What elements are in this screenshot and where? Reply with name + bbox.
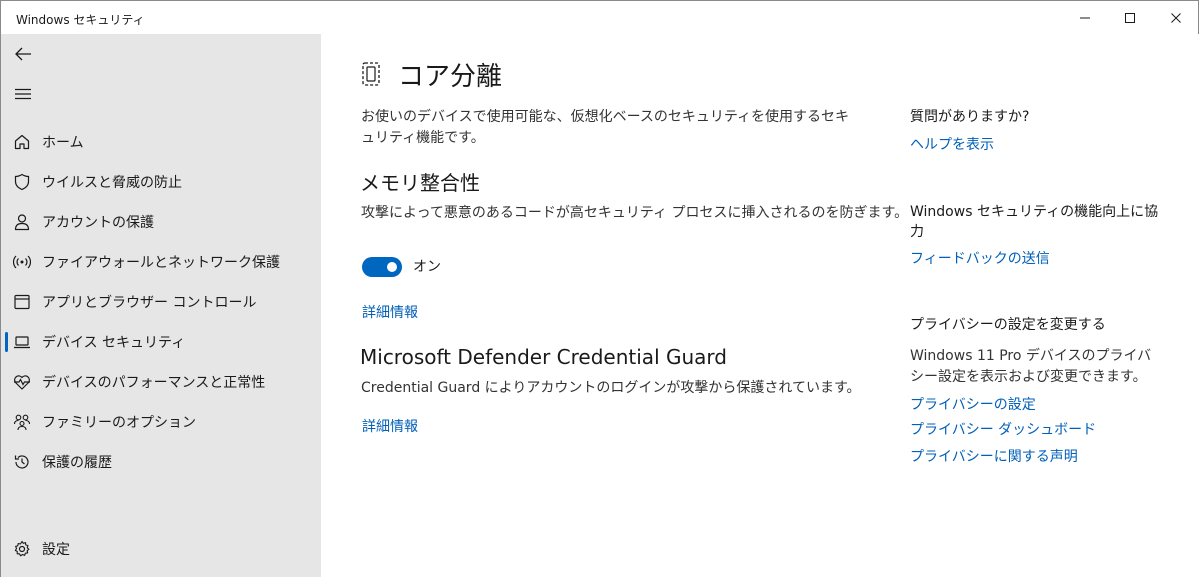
title-bar[interactable]: Windows セキュリティ xyxy=(1,1,1198,34)
page-description: お使いのデバイスで使用可能な、仮想化ベースのセキュリティを使用するセキュリティ機… xyxy=(361,109,850,146)
sidebar-item-settings[interactable]: 設定 xyxy=(1,529,321,569)
sidebar-item-label: 保護の履歴 xyxy=(42,455,112,471)
memory-integrity-title: メモリ整合性 xyxy=(360,171,480,195)
sidebar-item-history[interactable]: 保護の履歴 xyxy=(1,442,321,482)
memory-integrity-more-info-link[interactable]: 詳細情報 xyxy=(362,302,418,322)
family-icon xyxy=(12,412,32,432)
sidebar-settings-label: 設定 xyxy=(42,542,70,558)
minimize-icon xyxy=(1080,17,1090,18)
sidebar-item-virus-protection[interactable]: ウイルスと脅威の防止 xyxy=(1,162,321,202)
main-content: コア分離 お使いのデバイスで使用可能な、仮想化ベースのセキュリティを使用するセキ… xyxy=(321,34,1199,577)
privacy-text: Windows 11 Pro デバイスのプライバシー設定を表示および変更できます… xyxy=(910,348,1152,385)
help-link[interactable]: ヘルプを表示 xyxy=(910,134,994,154)
sidebar-item-device-security[interactable]: デバイス セキュリティ xyxy=(1,322,321,362)
credential-guard-title: Microsoft Defender Credential Guard xyxy=(360,345,727,369)
sidebar-item-label: デバイスのパフォーマンスと正常性 xyxy=(42,375,266,391)
home-icon xyxy=(12,132,32,152)
memory-integrity-description: 攻撃によって悪意のあるコードが高セキュリティ プロセスに挿入されるのを防ぎます。 xyxy=(361,205,909,221)
sidebar-item-family[interactable]: ファミリーのオプション xyxy=(1,402,321,442)
back-arrow-icon xyxy=(15,47,31,61)
app-window: Windows セキュリティ ホーム ウイルスと脅威の防止 アカウントの保護 フ… xyxy=(0,0,1199,577)
window-title: Windows セキュリティ xyxy=(16,13,145,27)
app-browser-icon xyxy=(12,292,32,312)
maximize-button[interactable] xyxy=(1107,1,1153,34)
sidebar-item-label: アカウントの保護 xyxy=(42,215,154,231)
active-indicator xyxy=(5,332,8,352)
minimize-button[interactable] xyxy=(1062,1,1108,34)
sidebar-item-label: デバイス セキュリティ xyxy=(42,335,186,351)
maximize-icon xyxy=(1125,12,1135,23)
toggle-knob xyxy=(387,262,397,272)
privacy-statement-link[interactable]: プライバシーに関する声明 xyxy=(910,446,1078,466)
sidebar-item-account-protection[interactable]: アカウントの保護 xyxy=(1,202,321,242)
toggle-state-label: オン xyxy=(413,259,441,275)
credential-guard-description: Credential Guard によりアカウントのログインが攻撃から保護されて… xyxy=(361,380,861,396)
privacy-settings-link[interactable]: プライバシーの設定 xyxy=(910,394,1036,414)
sidebar-item-label: ウイルスと脅威の防止 xyxy=(42,175,182,191)
improve-title: Windows セキュリティの機能向上に協力 xyxy=(910,204,1159,240)
back-button[interactable] xyxy=(9,40,37,68)
close-icon xyxy=(1171,12,1181,23)
sidebar-item-label: ファミリーのオプション xyxy=(42,415,196,431)
sidebar-item-label: ホーム xyxy=(42,135,84,151)
sidebar-item-label: ファイアウォールとネットワーク保護 xyxy=(42,255,280,271)
sidebar: ホーム ウイルスと脅威の防止 アカウントの保護 ファイアウォールとネットワーク保… xyxy=(1,34,321,577)
sidebar-item-device-performance[interactable]: デバイスのパフォーマンスと正常性 xyxy=(1,362,321,402)
person-icon xyxy=(12,212,32,232)
wifi-antenna-icon xyxy=(12,252,32,272)
page-title: コア分離 xyxy=(398,62,503,92)
gear-icon xyxy=(12,539,32,559)
feedback-link[interactable]: フィードバックの送信 xyxy=(910,248,1050,268)
sidebar-item-label: アプリとブラウザー コントロール xyxy=(42,295,257,311)
memory-integrity-toggle[interactable] xyxy=(362,257,402,277)
hamburger-menu-icon xyxy=(15,88,31,100)
privacy-title: プライバシーの設定を変更する xyxy=(910,317,1106,333)
privacy-dashboard-link[interactable]: プライバシー ダッシュボード xyxy=(910,419,1096,439)
credential-guard-more-info-link[interactable]: 詳細情報 xyxy=(362,416,418,436)
sidebar-item-firewall[interactable]: ファイアウォールとネットワーク保護 xyxy=(1,242,321,282)
history-icon xyxy=(12,452,32,472)
heart-pulse-icon xyxy=(12,372,32,392)
close-button[interactable] xyxy=(1153,1,1199,34)
sidebar-item-app-browser[interactable]: アプリとブラウザー コントロール xyxy=(1,282,321,322)
help-title: 質問がありますか? xyxy=(910,109,1030,125)
laptop-icon xyxy=(12,332,32,352)
sidebar-item-home[interactable]: ホーム xyxy=(1,122,321,162)
core-isolation-icon xyxy=(360,61,382,91)
shield-icon xyxy=(12,172,32,192)
menu-button[interactable] xyxy=(9,80,37,108)
